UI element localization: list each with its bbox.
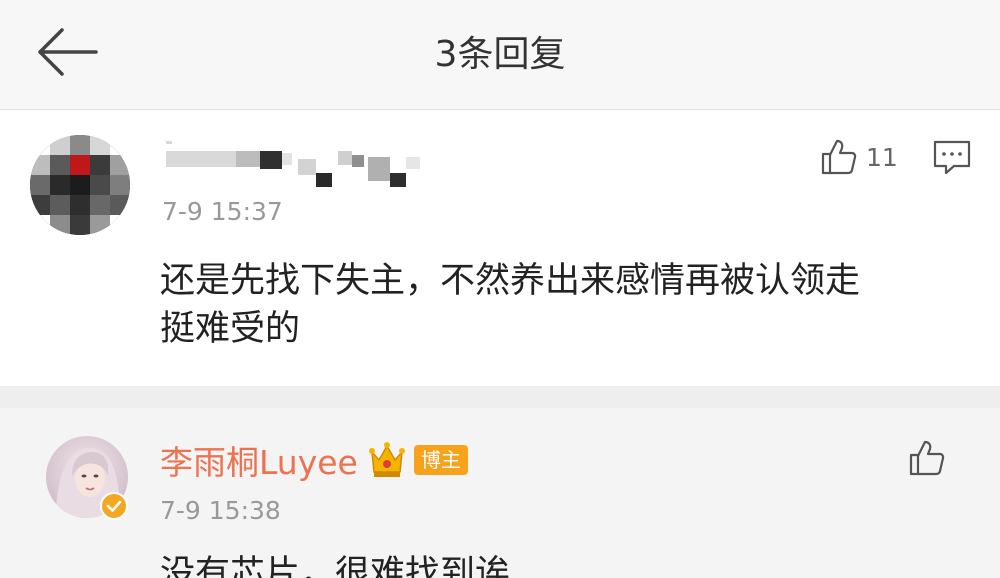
reply-card: 李雨桐Luyee 博主 7-9 15:38 没有芯片，很难找到诶 <box>0 408 1000 578</box>
comment-text: 还是先找下失主，不然养出来感情再被认领走 挺难受的 <box>160 257 970 353</box>
back-arrow-icon <box>38 28 98 76</box>
verified-badge-icon <box>100 492 128 520</box>
reply-time: 7-9 15:38 <box>160 496 281 525</box>
like-button[interactable]: 11 <box>818 137 898 177</box>
like-count: 11 <box>866 142 898 172</box>
section-divider <box>0 386 1000 408</box>
pixelated-avatar-image <box>30 135 130 235</box>
reply-user-row: 李雨桐Luyee 博主 <box>160 436 468 484</box>
reply-username[interactable]: 李雨桐Luyee <box>160 436 358 484</box>
thumbs-up-icon <box>821 139 857 175</box>
top-bar: 3条回复 <box>0 0 1000 110</box>
blurred-username[interactable] <box>162 137 422 193</box>
crown-icon <box>368 442 405 477</box>
reply-button[interactable] <box>932 139 972 177</box>
comment-text-line: 挺难受的 <box>160 309 301 349</box>
reply-text: 没有芯片，很难找到诶 <box>160 554 511 578</box>
comment-text-line: 还是先找下失主，不然养出来感情再被认领走 <box>160 261 861 301</box>
page-title: 3条回复 <box>434 34 566 75</box>
back-button[interactable] <box>30 22 110 86</box>
blogger-badge: 博主 <box>413 445 468 475</box>
like-button[interactable] <box>906 438 946 478</box>
comment-card: 7-9 15:37 11 还是先找下失主，不然养出来感情再被认领走 挺难受的 <box>0 111 1000 386</box>
thumbs-up-icon <box>909 440 945 476</box>
avatar[interactable] <box>30 135 130 235</box>
comment-time: 7-9 15:37 <box>162 197 283 226</box>
comment-icon <box>933 140 971 175</box>
